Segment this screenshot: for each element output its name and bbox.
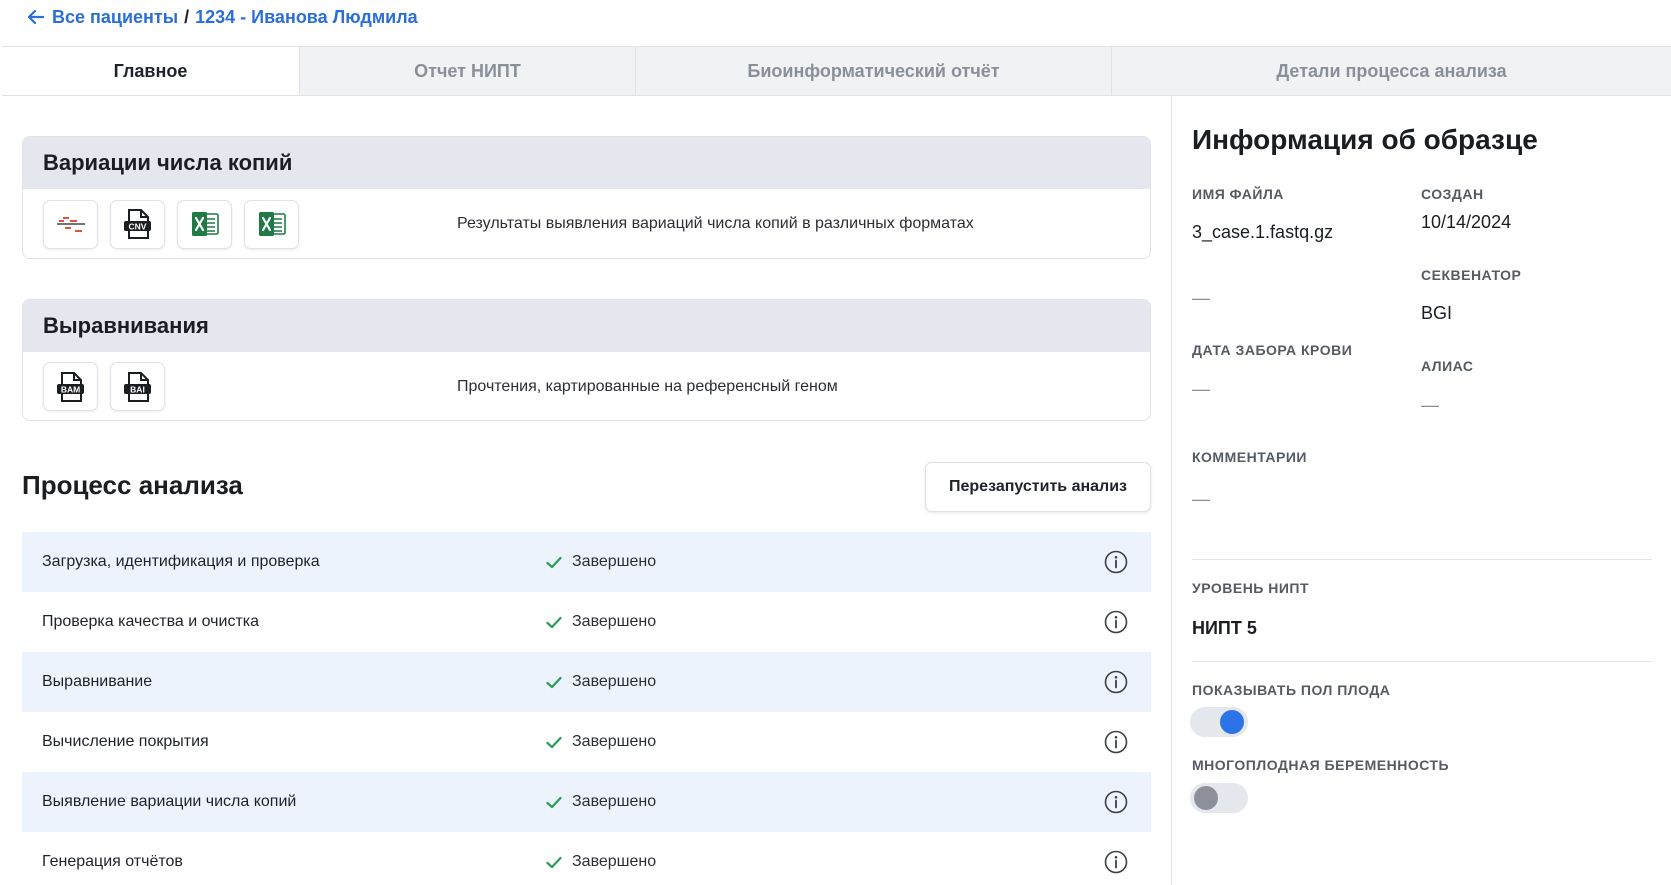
check-icon	[546, 856, 562, 868]
created-label: СОЗДАН	[1421, 186, 1484, 202]
process-steps-list: Загрузка, идентификация и проверка Завер…	[22, 532, 1151, 885]
info-icon[interactable]	[1104, 610, 1128, 634]
bai-download-button[interactable]: BAI	[110, 362, 165, 411]
info-icon[interactable]	[1104, 550, 1128, 574]
arrow-left-icon	[28, 10, 44, 24]
multiple-pregnancy-toggle[interactable]	[1190, 783, 1248, 813]
empty-value: —	[1192, 288, 1210, 308]
excel-download-button-2[interactable]	[244, 199, 299, 249]
show-fetal-sex-label: ПОКАЗЫВАТЬ ПОЛ ПЛОДА	[1192, 682, 1391, 698]
alias-label: АЛИАС	[1421, 358, 1474, 374]
process-step-row: Вычисление покрытия Завершено	[22, 712, 1151, 772]
alignment-card: Выравнивания BAM BAI Прочтения, картиров…	[22, 299, 1151, 421]
multiple-pregnancy-label: МНОГОПЛОДНАЯ БЕРЕМЕННОСТЬ	[1192, 757, 1450, 773]
process-step-name: Загрузка, идентификация и проверка	[42, 553, 320, 570]
back-link[interactable]: Все пациенты	[28, 7, 178, 28]
cnv-file-icon-text: CNV	[128, 222, 146, 232]
check-icon	[546, 556, 562, 568]
process-step-status: Завершено	[546, 553, 656, 571]
cnv-card: Вариации числа копий CNV Результаты выяв…	[22, 136, 1151, 259]
cnv-plot-icon	[56, 217, 85, 232]
bam-file-icon-text: BAM	[60, 384, 79, 394]
process-step-row: Выравнивание Завершено	[22, 652, 1151, 712]
check-icon	[546, 616, 562, 628]
process-step-row: Загрузка, идентификация и проверка Завер…	[22, 532, 1151, 592]
process-step-name: Выравнивание	[42, 673, 153, 690]
process-step-status-label: Завершено	[572, 613, 657, 630]
back-link-label[interactable]: Все пациенты	[52, 7, 178, 28]
process-step-name: Выявление вариации числа копий	[42, 793, 297, 810]
check-icon	[546, 796, 562, 808]
comments-label: КОММЕНТАРИИ	[1192, 449, 1307, 465]
check-icon	[546, 736, 562, 748]
process-step-status: Завершено	[546, 673, 656, 691]
alignment-card-title: Выравнивания	[23, 300, 1150, 352]
process-step-row: Генерация отчётов Завершено	[22, 832, 1151, 885]
process-step-name: Вычисление покрытия	[42, 733, 209, 750]
sample-info-title: Информация об образце	[1192, 124, 1538, 155]
cnv-card-title: Вариации числа копий	[23, 137, 1150, 189]
check-icon	[546, 676, 562, 688]
excel-download-button[interactable]	[177, 199, 232, 249]
tab-bioinformatics-report[interactable]: Биоинформатический отчёт	[636, 47, 1112, 95]
blood-date-value: —	[1192, 379, 1210, 399]
nipt-level-value: НИПТ 5	[1192, 618, 1257, 638]
process-step-status-label: Завершено	[572, 853, 657, 870]
tab-bar: Главное Отчет НИПТ Биоинформатический от…	[2, 46, 1671, 96]
process-step-status-label: Завершено	[572, 793, 657, 810]
cnv-plot-button[interactable]	[43, 199, 98, 249]
sequencer-label: СЕКВЕНАТОР	[1421, 267, 1522, 283]
toggle-knob	[1220, 710, 1244, 734]
process-step-status: Завершено	[546, 793, 656, 811]
info-icon[interactable]	[1104, 670, 1128, 694]
info-icon[interactable]	[1104, 850, 1128, 874]
info-icon[interactable]	[1104, 790, 1128, 814]
breadcrumb-separator: /	[184, 6, 190, 27]
cnv-file-icon: CNV	[123, 209, 151, 239]
alignment-card-description: Прочтения, картированные на референсный …	[457, 377, 838, 395]
process-step-name: Проверка качества и очистка	[42, 613, 260, 630]
excel-file-icon	[258, 212, 286, 236]
tab-process-details[interactable]: Детали процесса анализа	[1112, 47, 1671, 95]
excel-file-icon	[191, 212, 219, 236]
process-step-status: Завершено	[546, 733, 656, 751]
cnv-file-button[interactable]: CNV	[110, 199, 165, 249]
process-step-status-label: Завершено	[572, 553, 657, 570]
toggle-knob	[1194, 786, 1218, 810]
process-step-status-label: Завершено	[572, 733, 657, 750]
bai-file-icon-text: BAI	[130, 384, 145, 394]
file-name-label: ИМЯ ФАЙЛА	[1192, 186, 1284, 202]
tab-main[interactable]: Главное	[2, 47, 300, 95]
process-step-name: Генерация отчётов	[42, 853, 183, 870]
breadcrumb: Все пациенты / 1234 - Иванова Людмила	[28, 4, 418, 30]
breadcrumb-current[interactable]: 1234 - Иванова Людмила	[195, 7, 418, 28]
cnv-card-description: Результаты выявления вариаций числа копи…	[457, 215, 974, 232]
file-name-value: 3_case.1.fastq.gz	[1192, 222, 1334, 242]
section-divider	[1192, 559, 1652, 560]
process-step-status: Завершено	[546, 613, 656, 631]
sequencer-value: BGI	[1421, 303, 1453, 323]
alias-value: —	[1421, 395, 1439, 415]
section-divider	[1192, 661, 1652, 662]
restart-analysis-button[interactable]: Перезапустить анализ	[925, 462, 1151, 512]
process-step-status-label: Завершено	[572, 673, 657, 690]
panel-divider	[1171, 96, 1172, 885]
process-step-row: Проверка качества и очистка Завершено	[22, 592, 1151, 652]
show-fetal-sex-toggle[interactable]	[1190, 707, 1248, 737]
bam-download-button[interactable]: BAM	[43, 362, 98, 411]
process-step-row: Выявление вариации числа копий Завершено	[22, 772, 1151, 832]
process-step-status: Завершено	[546, 853, 656, 871]
blood-date-label: ДАТА ЗАБОРА КРОВИ	[1192, 342, 1353, 358]
process-title: Процесс анализа	[22, 470, 243, 500]
nipt-level-label: УРОВЕНЬ НИПТ	[1192, 580, 1310, 596]
tab-nipt-report[interactable]: Отчет НИПТ	[300, 47, 636, 95]
bam-file-icon: BAM	[56, 371, 84, 402]
bai-file-icon: BAI	[123, 371, 151, 402]
created-value: 10/14/2024	[1421, 212, 1512, 232]
comments-value: —	[1192, 489, 1210, 509]
info-icon[interactable]	[1104, 730, 1128, 754]
